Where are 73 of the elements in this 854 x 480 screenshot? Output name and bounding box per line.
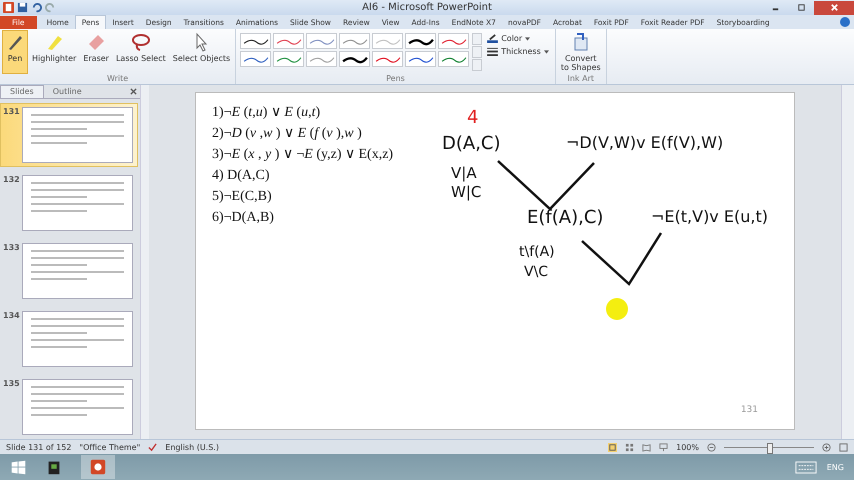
line-thickness-icon — [487, 47, 498, 56]
clause-text: 6)¬D(A,B) — [212, 209, 274, 227]
dropdown-arrow-icon — [544, 50, 549, 54]
close-button[interactable] — [814, 0, 854, 14]
windows-logo-icon[interactable] — [10, 458, 27, 476]
spellcheck-icon[interactable] — [148, 442, 158, 452]
language-label[interactable]: English (U.S.) — [165, 442, 219, 452]
slideshow-icon[interactable] — [659, 442, 668, 452]
clause-text: 1)¬E (t,u) ∨ E (u,t) — [212, 104, 320, 122]
zoom-out-icon[interactable] — [707, 442, 716, 452]
pane-scrollbar[interactable] — [140, 85, 149, 439]
zoom-slider-thumb[interactable] — [767, 442, 773, 454]
slide-thumbnail-row[interactable]: 133 — [0, 239, 138, 303]
slide-thumbnail-row[interactable]: 134 — [0, 307, 138, 371]
vertical-scrollbar[interactable] — [841, 85, 854, 439]
zoom-percent[interactable]: 100% — [676, 442, 699, 452]
clause-text: 5)¬E(C,B) — [212, 188, 272, 206]
help-icon[interactable] — [840, 17, 850, 27]
pointer-button[interactable]: Select Objects — [170, 30, 234, 74]
group-label: Pens — [385, 74, 406, 84]
handwritten-text: D(A,C) — [442, 135, 501, 153]
page-number: 131 — [740, 405, 758, 415]
pen-color-icon — [487, 34, 498, 43]
pane-tab[interactable]: Outline — [44, 86, 91, 98]
lasso-icon — [130, 32, 151, 52]
dropdown-arrow-icon — [525, 36, 530, 40]
slide-number: 131 — [3, 107, 19, 118]
lasso-button[interactable]: Lasso Select — [112, 30, 169, 74]
thickness-menu[interactable]: Thickness — [487, 47, 549, 56]
save-icon[interactable] — [17, 2, 28, 13]
clause-text: 4) D(A,C) — [212, 167, 270, 185]
handwritten-text: 4 — [467, 109, 478, 127]
slide-number: 135 — [3, 379, 19, 390]
handwritten-text: W|C — [451, 185, 482, 200]
handwritten-text: V|A — [451, 166, 477, 181]
normal-view-icon[interactable] — [608, 442, 618, 452]
close-icon — [830, 3, 838, 12]
reading-view-icon[interactable] — [642, 442, 652, 452]
convert-to-shapes-button[interactable]: Convert to Shapes — [558, 30, 604, 74]
handwritten-text: t\f(A) — [519, 245, 555, 259]
handwritten-text: ¬E(t,V)v E(u,t) — [651, 209, 768, 225]
color-menu[interactable]: Color — [487, 34, 549, 43]
clause-text: 3)¬E (x, y ) ∨ ¬E (y,z) ∨ E(x,z) — [212, 146, 394, 164]
pane-tab[interactable]: Slides — [0, 85, 44, 98]
slide-thumbnail-row[interactable]: 135 — [0, 375, 138, 439]
undo-icon[interactable] — [31, 2, 42, 13]
highlighter-button[interactable]: Highlighter — [29, 30, 80, 74]
group-label: Ink Art — [566, 74, 596, 84]
slide-number: 133 — [3, 243, 19, 254]
handwritten-text: E(f(A),C) — [527, 209, 604, 227]
zoom-in-icon[interactable] — [822, 442, 831, 452]
slide-counter: Slide 131 of 152 — [6, 442, 72, 452]
handwritten-text: ¬D(V,W)v E(f(V),W) — [566, 135, 724, 151]
restore-icon — [796, 3, 806, 12]
eraser-button[interactable]: Eraser — [80, 30, 112, 74]
group-label: Write — [106, 74, 130, 84]
powerpoint-icon — [89, 458, 107, 476]
clause-text: 2)¬D (v ,w ) ∨ E (f (v ),w ) — [212, 125, 362, 143]
theme-name: "Office Theme" — [79, 442, 140, 452]
taskbar-app[interactable] — [81, 455, 115, 479]
handwritten-text: V\C — [524, 265, 548, 279]
close-icon[interactable] — [130, 88, 137, 95]
powerpoint-icon[interactable] — [3, 2, 14, 13]
sorter-view-icon[interactable] — [625, 442, 634, 452]
pen-button[interactable]: Pen — [2, 30, 28, 74]
keyboard-icon[interactable] — [794, 460, 817, 474]
laser-pointer-icon — [606, 298, 628, 320]
slide-number: 134 — [3, 311, 19, 322]
slide-thumbnail-row[interactable]: 132 — [0, 171, 138, 235]
slide-thumbnail-row[interactable]: 131 — [0, 103, 138, 167]
slide-number: 132 — [3, 175, 19, 186]
window-title: AI6 - Microsoft PowerPoint — [361, 2, 493, 13]
fit-slide-icon[interactable] — [839, 442, 848, 452]
